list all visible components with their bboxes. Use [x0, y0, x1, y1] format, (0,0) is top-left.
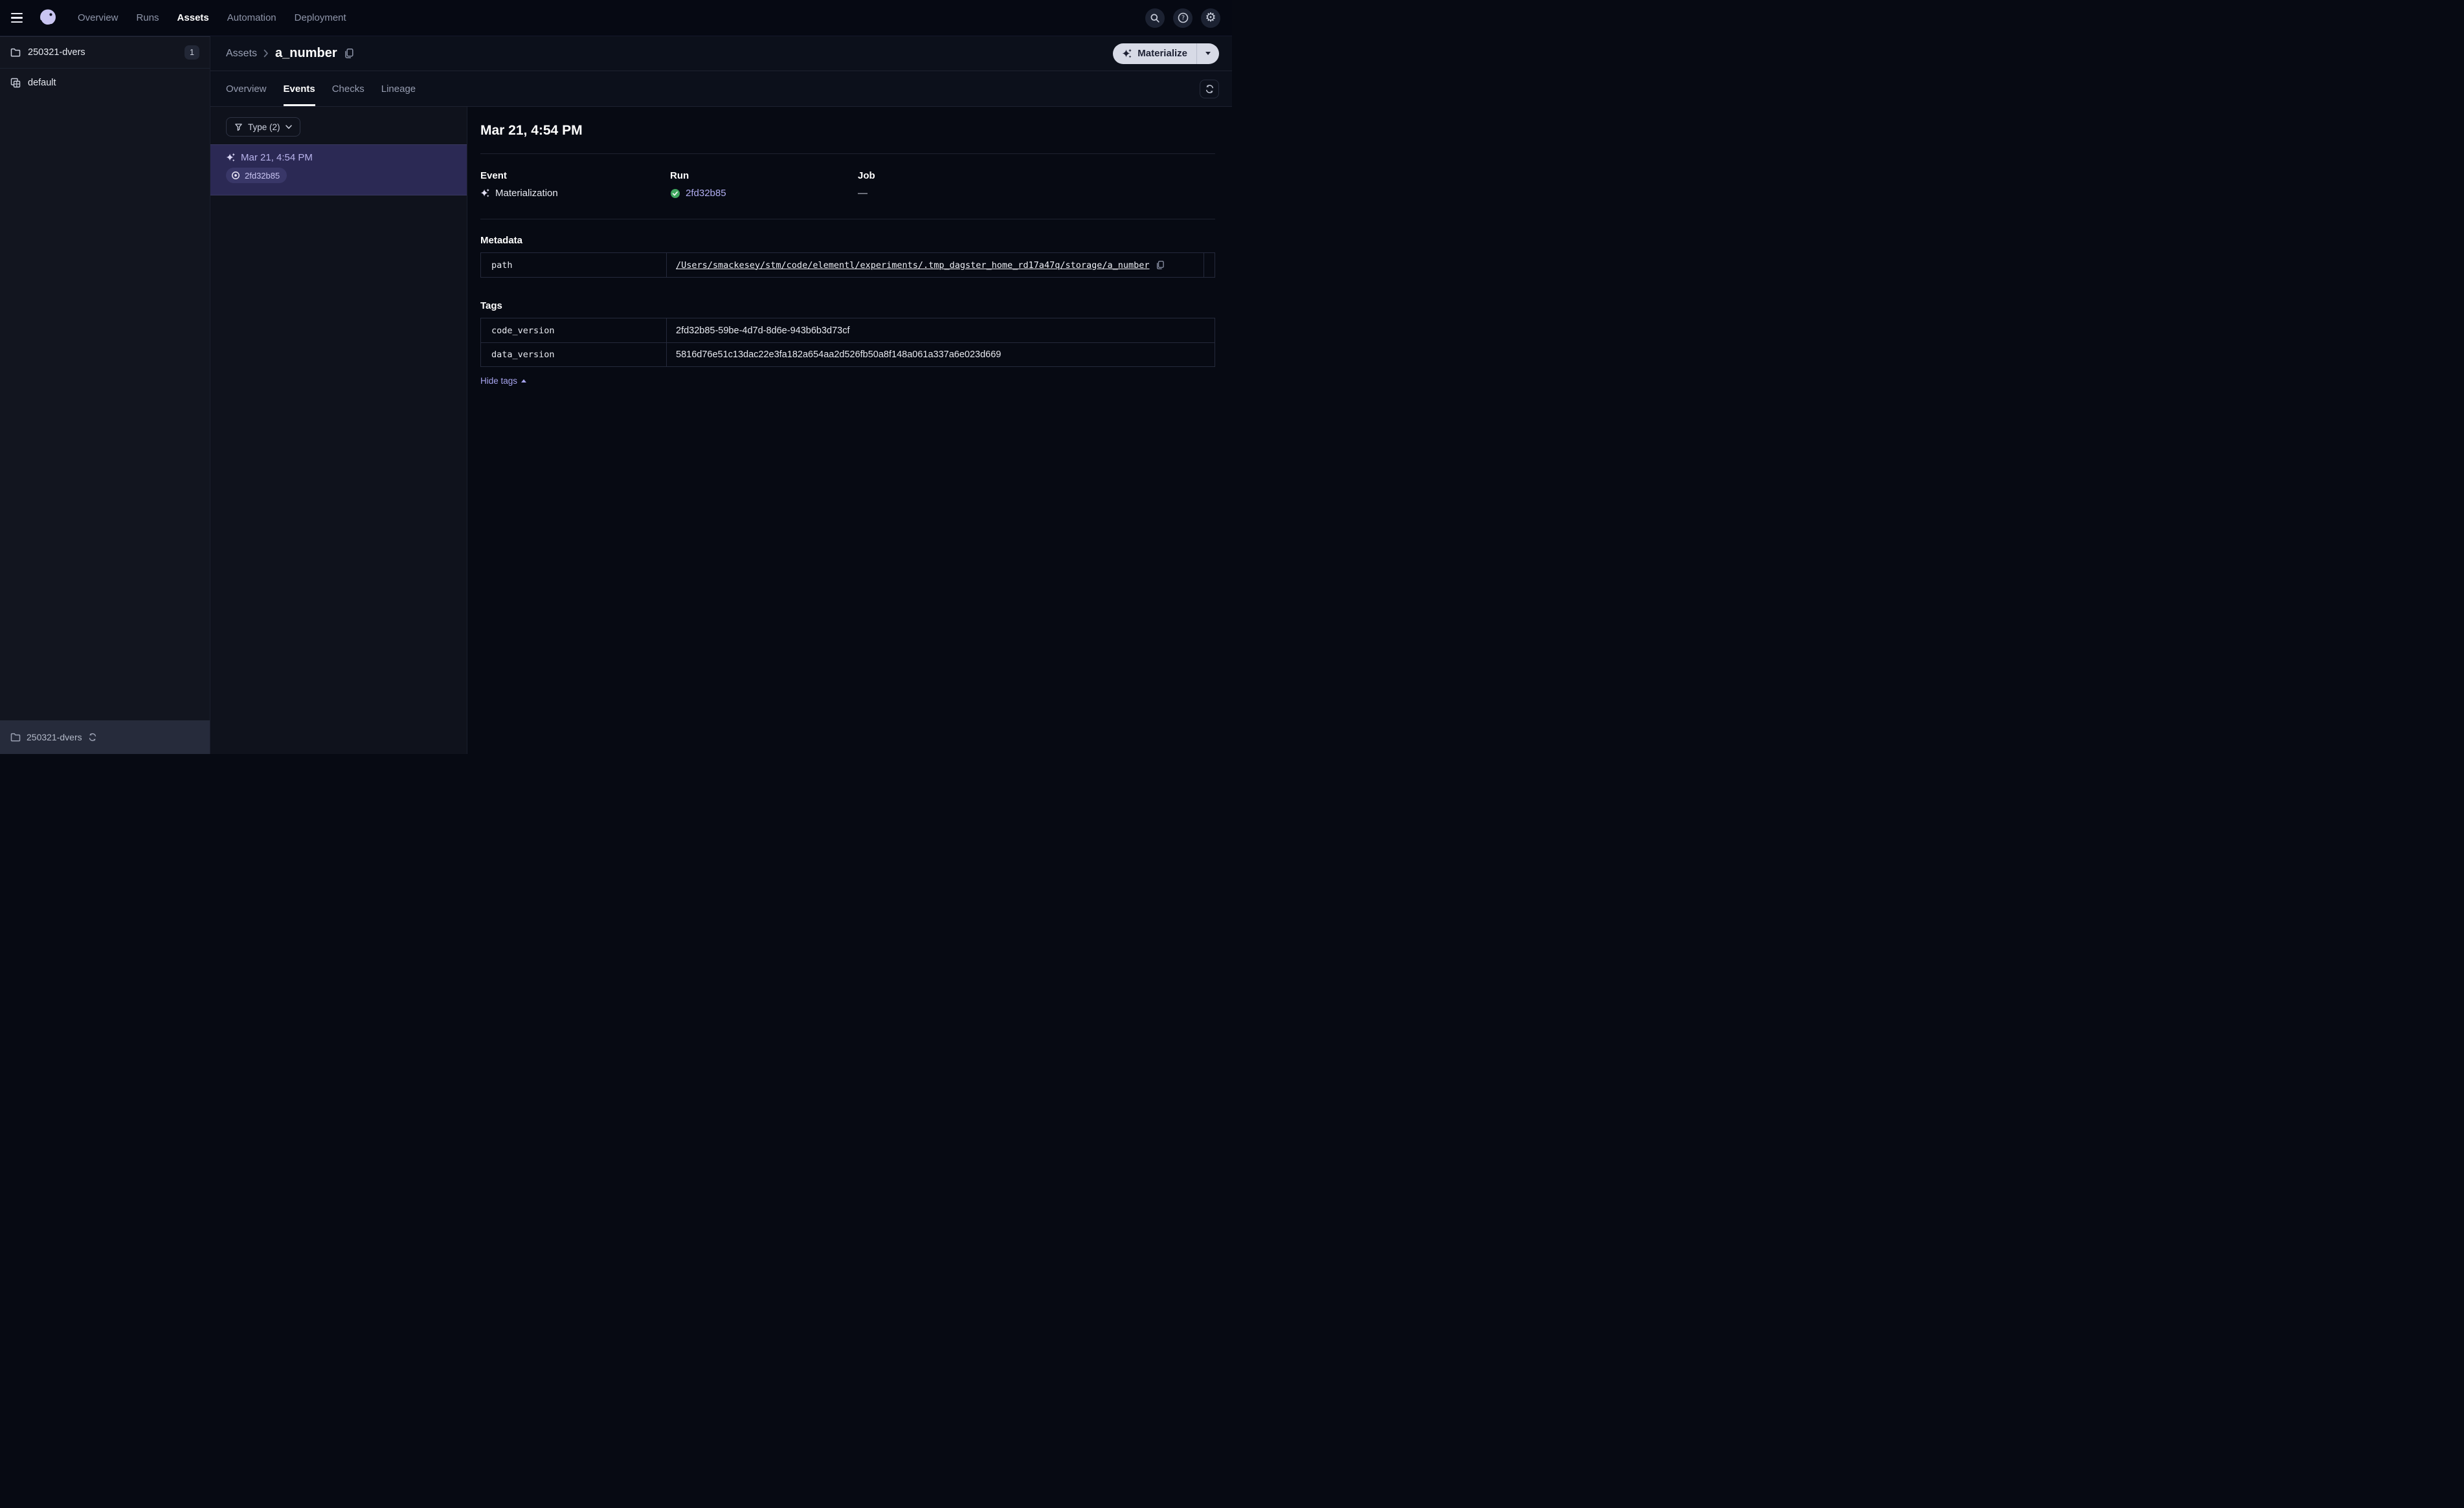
materialize-split-button: Materialize — [1113, 43, 1219, 64]
metadata-path-link[interactable]: /Users/smackesey/stm/code/elementl/exper… — [676, 260, 1150, 271]
filter-label: Type (2) — [248, 122, 280, 132]
svg-text:?: ? — [1181, 15, 1184, 22]
nav-item-runs[interactable]: Runs — [137, 12, 159, 23]
filter-funnel-icon — [235, 123, 242, 131]
materialization-sparkle-icon — [226, 153, 236, 162]
sidebar-item-label: 250321-dvers — [28, 47, 85, 58]
event-timestamp: Mar 21, 4:54 PM — [241, 152, 313, 163]
metadata-key: path — [481, 253, 667, 277]
tag-value: 5816d76e51c13dac22e3fa182a654aa2d526fb50… — [676, 349, 1002, 360]
nav-right: ? ⚙ — [1145, 8, 1220, 28]
event-type-filter-button[interactable]: Type (2) — [226, 117, 300, 137]
metadata-section: Metadata path /Users/smackesey/stm/code/… — [480, 235, 1215, 278]
tab-lineage[interactable]: Lineage — [381, 71, 416, 106]
job-column-label: Job — [858, 170, 875, 181]
asset-tabs: Overview Events Checks Lineage — [210, 71, 1232, 107]
settings-button[interactable]: ⚙ — [1201, 8, 1220, 28]
run-column-label: Run — [670, 170, 689, 181]
nav-item-overview[interactable]: Overview — [78, 12, 118, 23]
event-list-panel: Type (2) Mar 21, 4:54 PM 2fd32b85 — [210, 107, 467, 754]
tab-events[interactable]: Events — [283, 71, 315, 106]
sidebar-footer-location[interactable]: 250321-dvers — [0, 720, 210, 754]
event-type-value: Materialization — [495, 188, 558, 199]
tag-value: 2fd32b85-59be-4d7d-8d6e-943b6b3d73cf — [676, 325, 850, 336]
nav-item-automation[interactable]: Automation — [227, 12, 276, 23]
breadcrumb: Assets a_number — [226, 46, 354, 61]
content-area: Assets a_number Materialize Overview Eve… — [210, 36, 1232, 754]
copy-path-button[interactable] — [1156, 260, 1165, 270]
run-id-link[interactable]: 2fd32b85 — [686, 188, 726, 199]
help-button[interactable]: ? — [1173, 8, 1193, 28]
materialization-sparkle-icon — [480, 188, 490, 197]
gear-icon: ⚙ — [1205, 10, 1216, 25]
search-icon — [1150, 14, 1159, 23]
table-row: code_version 2fd32b85-59be-4d7d-8d6e-943… — [481, 318, 1215, 342]
folder-icon — [10, 48, 21, 57]
sidebar-item-default-group[interactable]: default — [0, 69, 210, 97]
tab-checks[interactable]: Checks — [332, 71, 364, 106]
dagster-logo[interactable] — [38, 8, 58, 28]
sidebar-item-label: default — [28, 78, 56, 88]
materialize-button-label: Materialize — [1137, 48, 1187, 59]
refresh-button[interactable] — [1200, 80, 1219, 98]
nav-item-deployment[interactable]: Deployment — [295, 12, 346, 23]
chevron-down-icon — [285, 124, 292, 129]
copy-icon — [344, 49, 353, 58]
copy-icon — [1156, 260, 1164, 270]
chevron-right-icon — [263, 49, 268, 58]
caret-up-icon — [521, 379, 527, 383]
tags-section: Tags code_version 2fd32b85-59be-4d7d-8d6… — [480, 300, 1215, 387]
tags-table: code_version 2fd32b85-59be-4d7d-8d6e-943… — [480, 318, 1215, 367]
main-layout: 250321-dvers 1 default 250321-dvers Asse… — [0, 36, 1232, 754]
job-value: — — [858, 188, 868, 199]
top-nav: Overview Runs Assets Automation Deployme… — [0, 0, 1232, 36]
success-check-icon — [671, 188, 680, 198]
refresh-icon — [1205, 85, 1213, 93]
divider — [480, 153, 1215, 154]
folder-icon — [10, 733, 21, 742]
table-end-cell — [1204, 253, 1215, 277]
metadata-heading: Metadata — [480, 235, 523, 246]
tags-heading: Tags — [480, 300, 502, 311]
materialize-dropdown-button[interactable] — [1197, 43, 1219, 64]
event-column-label: Event — [480, 170, 507, 181]
metadata-table: path /Users/smackesey/stm/code/elementl/… — [480, 252, 1215, 278]
copy-asset-name-button[interactable] — [344, 48, 354, 59]
tag-key: code_version — [481, 318, 667, 342]
table-row: path /Users/smackesey/stm/code/elementl/… — [481, 253, 1215, 277]
materialization-sparkle-icon — [1122, 49, 1132, 58]
breadcrumb-assets-link[interactable]: Assets — [226, 48, 257, 60]
run-pill-label: 2fd32b85 — [245, 170, 280, 181]
dagster-app: Overview Runs Assets Automation Deployme… — [0, 0, 1232, 754]
materialize-button[interactable]: Materialize — [1113, 43, 1196, 64]
asset-sidebar: 250321-dvers 1 default 250321-dvers — [0, 36, 210, 754]
nav-item-assets[interactable]: Assets — [177, 12, 209, 23]
sidebar-footer-label: 250321-dvers — [27, 732, 82, 742]
event-detail-title: Mar 21, 4:54 PM — [480, 123, 583, 138]
sidebar-item-code-location[interactable]: 250321-dvers 1 — [0, 37, 210, 69]
asset-group-icon — [10, 78, 21, 88]
event-detail-panel: Mar 21, 4:54 PM Event Materialization Ru… — [467, 107, 1232, 754]
run-target-icon — [232, 172, 240, 179]
page-header: Assets a_number Materialize — [210, 36, 1232, 71]
nav-left: Overview Runs Assets Automation Deployme… — [8, 6, 346, 30]
event-list-item-selected[interactable]: Mar 21, 4:54 PM 2fd32b85 — [210, 144, 467, 195]
hide-tags-link[interactable]: Hide tags — [480, 376, 527, 386]
run-id-pill[interactable]: 2fd32b85 — [226, 168, 287, 183]
caret-down-icon — [1205, 52, 1211, 55]
hamburger-menu-icon[interactable] — [8, 6, 31, 30]
nav-links: Overview Runs Assets Automation Deployme… — [78, 12, 346, 23]
asset-count-badge: 1 — [185, 45, 199, 60]
events-body: Type (2) Mar 21, 4:54 PM 2fd32b85 Mar 21… — [210, 107, 1232, 754]
page-title: a_number — [275, 46, 337, 60]
tab-overview[interactable]: Overview — [226, 71, 267, 106]
tag-key: data_version — [481, 343, 667, 366]
event-summary-columns: Event Materialization Run 2fd32b85 Job — — [480, 170, 1215, 219]
search-button[interactable] — [1145, 8, 1165, 28]
hide-tags-label: Hide tags — [480, 376, 518, 386]
table-row: data_version 5816d76e51c13dac22e3fa182a6… — [481, 342, 1215, 366]
reload-icon[interactable] — [88, 733, 97, 742]
help-icon: ? — [1178, 12, 1188, 23]
